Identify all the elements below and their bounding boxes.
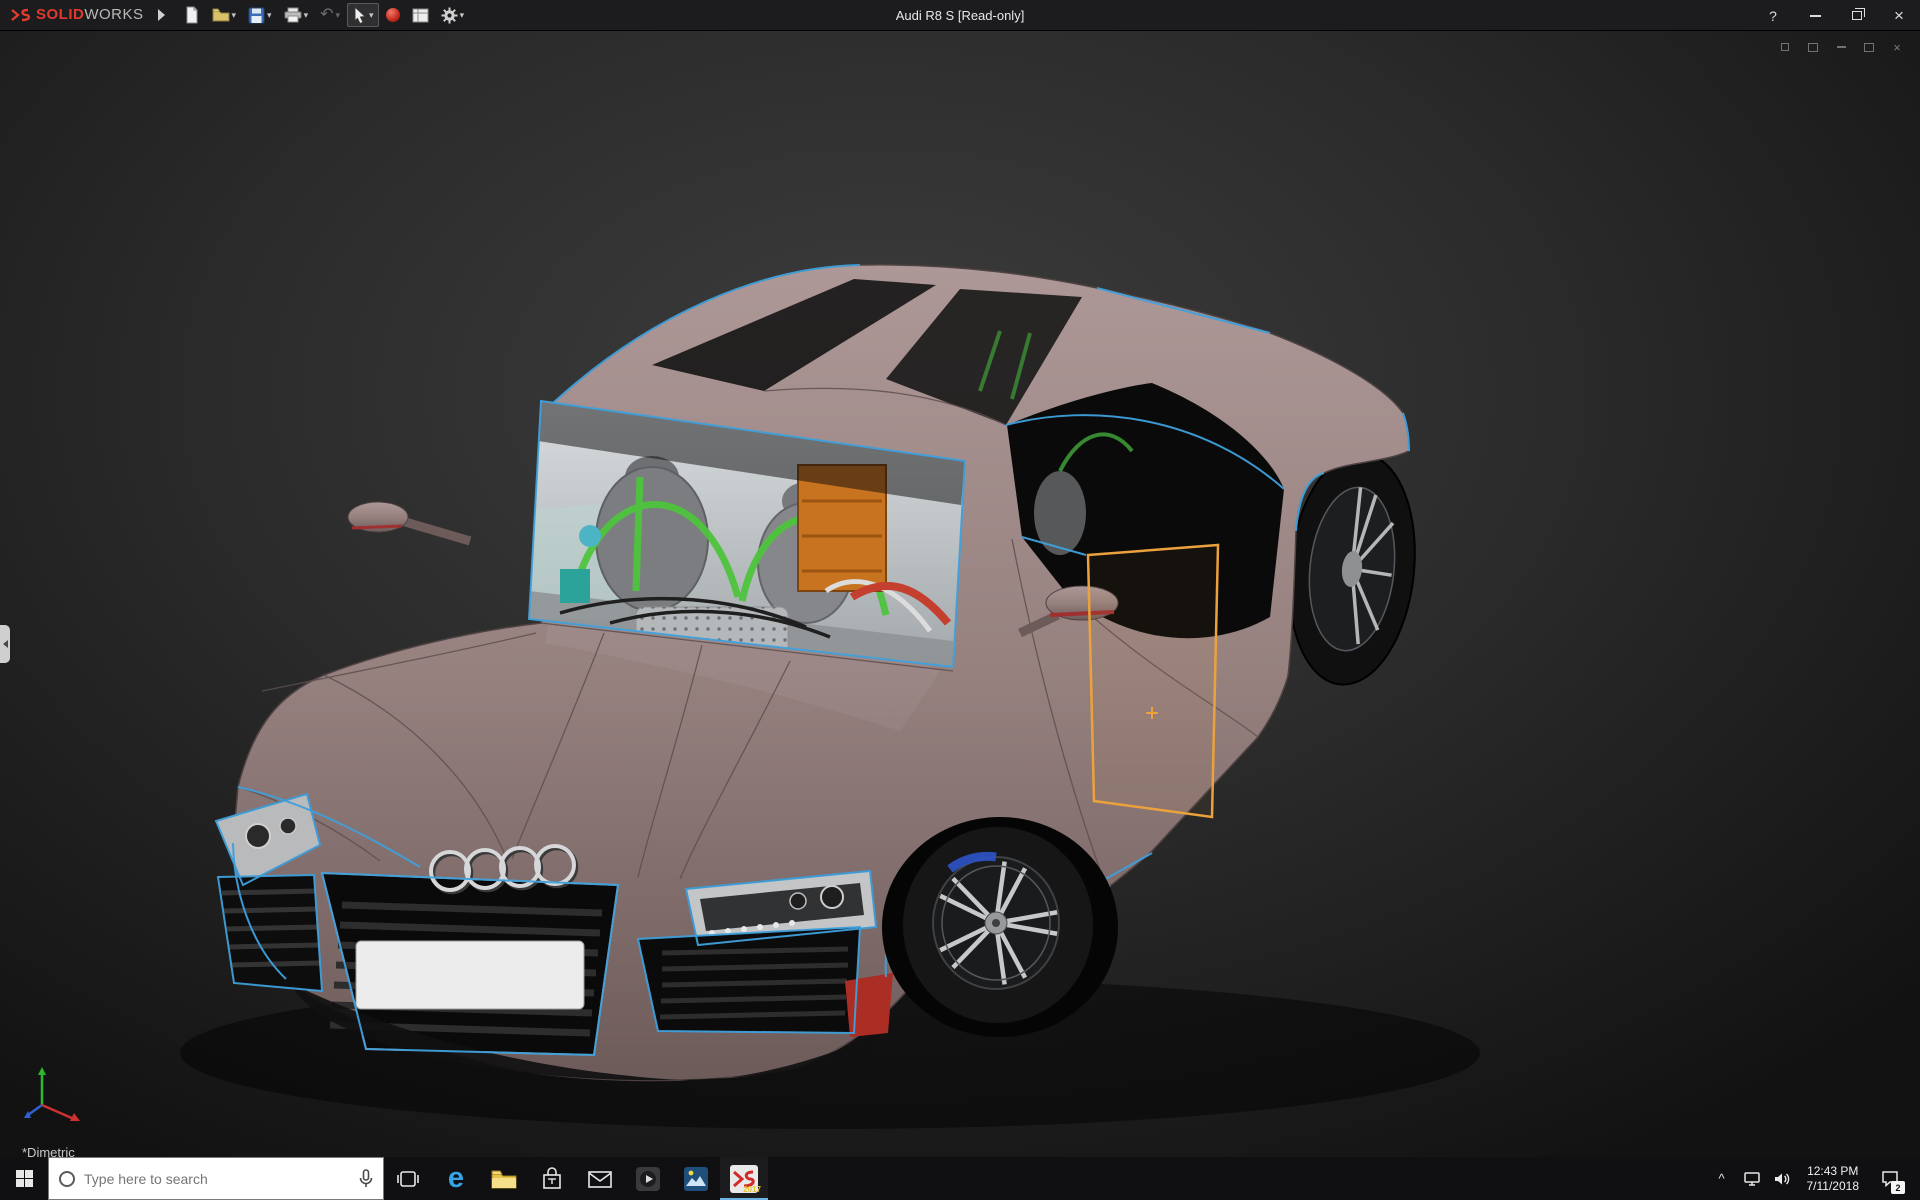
solidworks-logo: SOLIDWORKS: [0, 6, 152, 24]
left-mirror[interactable]: [348, 502, 470, 541]
restore-button[interactable]: [1836, 0, 1878, 31]
start-button[interactable]: [0, 1157, 48, 1200]
new-document-icon: [184, 6, 200, 24]
view-orientation-label: *Dimetric: [22, 1145, 75, 1157]
document-window-controls: ×: [1776, 39, 1906, 55]
sheet-format-icon: [412, 8, 429, 23]
solidworks-logo-icon: [10, 7, 32, 23]
front-wheel[interactable]: [882, 817, 1118, 1037]
store-bag-icon: [541, 1167, 563, 1191]
undo-icon: ↶: [320, 7, 333, 23]
doc-window-restore-icon[interactable]: [1776, 39, 1794, 55]
search-input[interactable]: [84, 1171, 350, 1187]
gear-icon: [441, 7, 458, 24]
undo-button[interactable]: ↶ ▾: [315, 4, 345, 26]
brand-light: WORKS: [84, 6, 143, 23]
store-button[interactable]: [528, 1157, 576, 1200]
solidworks-app-icon: 2017: [729, 1164, 759, 1194]
solidworks-taskbar-button[interactable]: 2017: [720, 1157, 768, 1200]
open-button[interactable]: ▾: [207, 4, 242, 26]
action-center-button[interactable]: 2: [1871, 1157, 1909, 1200]
select-cursor-icon: [352, 6, 367, 24]
undo-dropdown-caret: ▾: [336, 11, 341, 20]
task-view-icon: [396, 1168, 420, 1190]
help-button[interactable]: ?: [1752, 0, 1794, 31]
file-explorer-icon: [490, 1168, 518, 1190]
license-plate-blank: [356, 941, 584, 1009]
window-title: Audi R8 S [Read-only]: [896, 8, 1025, 23]
quick-access-toolbar: ▾ ▾ ▾ ↶ ▾: [179, 3, 470, 27]
windows-logo-icon: [16, 1170, 33, 1187]
file-explorer-button[interactable]: [480, 1157, 528, 1200]
window-controls: ? ×: [1752, 0, 1920, 31]
new-document-button[interactable]: [179, 3, 205, 27]
solidworks-year-label: 2017: [743, 1185, 761, 1194]
selected-door-panel[interactable]: [1088, 545, 1218, 817]
select-tool-button[interactable]: ▾: [347, 3, 379, 27]
sheet-format-button[interactable]: [407, 5, 434, 26]
doc-window-icon[interactable]: [1804, 39, 1822, 55]
options-dropdown-caret[interactable]: ▾: [460, 11, 465, 20]
options-button[interactable]: ▾: [436, 4, 470, 27]
restore-icon: [1852, 11, 1862, 20]
titlebar: SOLIDWORKS ▾: [0, 0, 1920, 31]
close-icon: ×: [1894, 7, 1904, 24]
system-tray: ^ 12:43 PM 7/11/2018: [1709, 1157, 1920, 1200]
doc-maximize-icon[interactable]: [1860, 39, 1878, 55]
open-folder-icon: [212, 7, 230, 23]
car-model-audi-r8[interactable]: [0, 31, 1920, 1157]
solidworks-window: SOLIDWORKS ▾: [0, 0, 1920, 1200]
feature-panel-collapse-tab[interactable]: [0, 625, 10, 663]
save-dropdown-caret[interactable]: ▾: [267, 11, 272, 20]
brand-bold: SOLID: [36, 6, 84, 23]
edge-icon: e: [448, 1164, 464, 1193]
clock-date: 7/11/2018: [1807, 1179, 1860, 1194]
cortana-icon: [59, 1171, 75, 1187]
open-dropdown-caret[interactable]: ▾: [232, 11, 237, 20]
appearance-sphere-icon: [386, 8, 400, 22]
windows-taskbar: e: [0, 1157, 1920, 1200]
print-dropdown-caret[interactable]: ▾: [304, 11, 309, 20]
doc-close-icon[interactable]: ×: [1888, 39, 1906, 55]
left-intake[interactable]: [218, 875, 322, 991]
task-view-button[interactable]: [384, 1157, 432, 1200]
save-floppy-icon: [248, 7, 265, 24]
photos-button[interactable]: [672, 1157, 720, 1200]
clock-time: 12:43 PM: [1807, 1164, 1858, 1179]
minimize-icon: [1810, 15, 1821, 17]
taskbar-search[interactable]: [48, 1157, 384, 1200]
media-player-button[interactable]: [624, 1157, 672, 1200]
close-button[interactable]: ×: [1878, 0, 1920, 31]
mail-button[interactable]: [576, 1157, 624, 1200]
select-dropdown-caret[interactable]: ▾: [369, 11, 374, 20]
doc-minimize-icon[interactable]: [1832, 39, 1850, 55]
red-accent: [845, 973, 893, 1037]
notification-badge: 2: [1891, 1181, 1905, 1194]
appearance-button[interactable]: [381, 5, 405, 25]
microphone-icon[interactable]: [359, 1169, 373, 1189]
volume-button[interactable]: [1769, 1157, 1795, 1200]
photos-icon: [683, 1166, 709, 1192]
menu-flyout-arrow[interactable]: [158, 9, 165, 21]
viewport-3d[interactable]: × *Dimetric: [0, 31, 1920, 1157]
hidden-icons-button[interactable]: ^: [1709, 1157, 1735, 1200]
network-icon: [1743, 1171, 1761, 1187]
mail-envelope-icon: [587, 1169, 613, 1189]
media-player-icon: [635, 1166, 661, 1192]
edge-button[interactable]: e: [432, 1157, 480, 1200]
minimize-button[interactable]: [1794, 0, 1836, 31]
save-button[interactable]: ▾: [243, 4, 277, 27]
volume-icon: [1773, 1171, 1791, 1187]
print-button[interactable]: ▾: [279, 4, 314, 26]
taskbar-clock[interactable]: 12:43 PM 7/11/2018: [1799, 1164, 1868, 1194]
network-button[interactable]: [1739, 1157, 1765, 1200]
orientation-triad[interactable]: [22, 1065, 86, 1127]
print-icon: [284, 7, 302, 23]
